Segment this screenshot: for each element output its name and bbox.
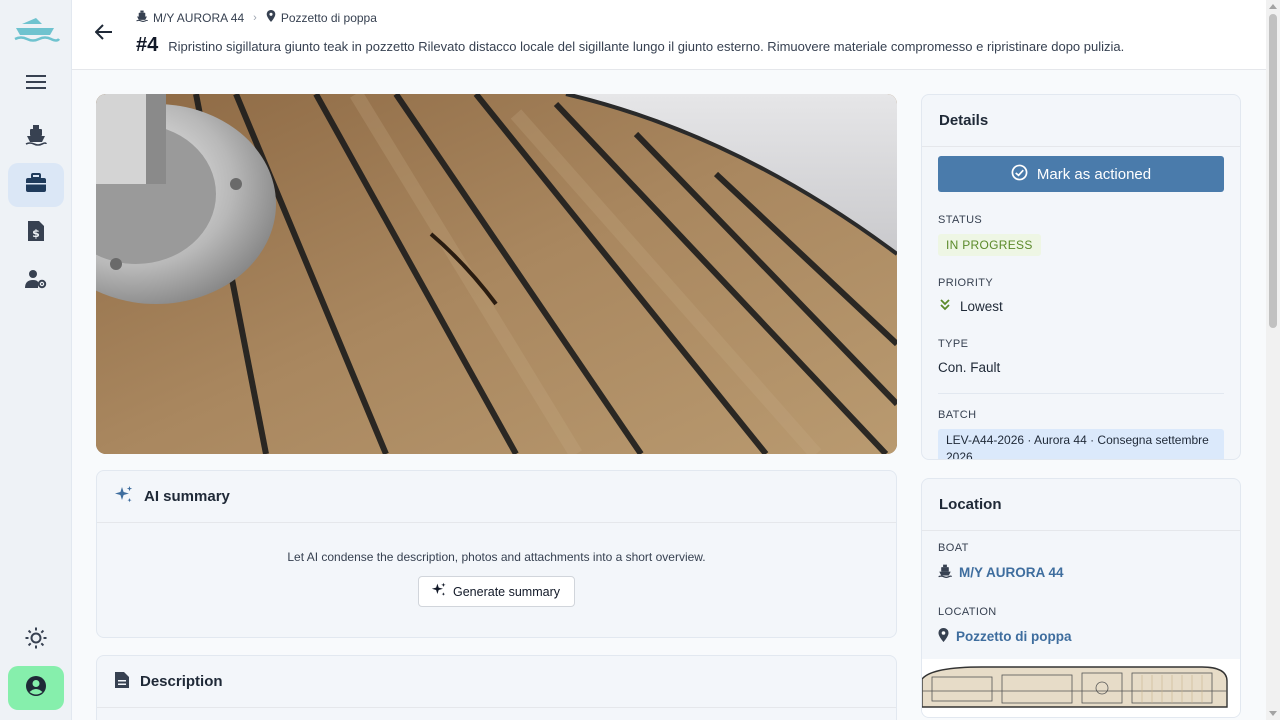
chevron-right-icon: › — [253, 11, 257, 24]
ai-summary-hint: Let AI condense the description, photos … — [287, 550, 706, 564]
location-label: LOCATION — [938, 606, 997, 618]
sidebar-item-jobs[interactable] — [8, 163, 64, 207]
sun-icon — [25, 627, 47, 654]
type-value[interactable]: Con. Fault — [938, 360, 1000, 375]
breadcrumb-location-label: Pozzetto di poppa — [280, 10, 377, 25]
sparkles-icon — [431, 582, 447, 601]
double-chevron-down-icon — [938, 298, 952, 315]
priority-value-label: Lowest — [960, 299, 1003, 314]
details-title: Details — [939, 112, 989, 129]
description-header: Description — [97, 656, 896, 708]
mark-as-actioned-button[interactable]: Mark as actioned — [938, 156, 1224, 192]
user-settings-icon — [25, 269, 47, 294]
arrow-left-icon — [94, 23, 113, 45]
sidebar-item-invoices[interactable]: $ — [8, 211, 64, 255]
location-header: Location — [922, 479, 1240, 531]
ai-summary-card: AI summary Let AI condense the descripti… — [96, 470, 897, 638]
issue-title: Ripristino sigillatura giunto teak in po… — [168, 39, 1125, 54]
location-card: Location BOAT M/Y AURORA 44 LOCATION Poz… — [921, 478, 1241, 718]
menu-icon — [26, 74, 46, 95]
mark-as-actioned-label: Mark as actioned — [1036, 165, 1152, 183]
description-title: Description — [140, 673, 223, 690]
batch-label: BATCH — [938, 409, 977, 421]
priority-value[interactable]: Lowest — [938, 298, 1003, 315]
scroll-down-icon[interactable] — [1269, 711, 1277, 716]
sidebar-item-user-settings[interactable] — [8, 259, 64, 303]
check-circle-icon — [1011, 164, 1028, 185]
priority-label: PRIORITY — [938, 277, 994, 289]
ship-icon — [25, 124, 47, 151]
type-label: TYPE — [938, 338, 969, 350]
back-button[interactable] — [92, 22, 116, 46]
location-link[interactable]: Pozzetto di poppa — [938, 628, 1072, 645]
ship-icon — [136, 10, 148, 25]
sparkles-icon — [114, 485, 134, 509]
boat-link[interactable]: M/Y AURORA 44 — [938, 564, 1064, 581]
breadcrumb-boat[interactable]: M/Y AURORA 44 — [136, 10, 244, 25]
briefcase-icon — [25, 172, 47, 198]
boat-label: BOAT — [938, 542, 969, 554]
description-card: Description — [96, 655, 897, 720]
page-title: #4 Ripristino sigillatura giunto teak in… — [136, 34, 1124, 57]
details-header: Details — [922, 95, 1240, 147]
scrollbar-thumb[interactable] — [1269, 14, 1277, 328]
sidebar: $ — [0, 0, 72, 720]
document-icon — [114, 671, 130, 693]
sidebar-item-boats[interactable] — [8, 115, 64, 159]
batch-chip[interactable]: LEV-A44-2026 · Aurora 44 · Consegna sett… — [938, 429, 1224, 459]
svg-text:$: $ — [32, 227, 40, 240]
status-label: STATUS — [938, 214, 983, 226]
location-link-label: Pozzetto di poppa — [956, 629, 1072, 644]
page-header: M/Y AURORA 44 › Pozzetto di poppa #4 Rip… — [72, 0, 1266, 70]
deck-plan-image[interactable] — [922, 659, 1240, 717]
status-badge[interactable]: IN PROGRESS — [938, 234, 1041, 256]
ai-summary-header: AI summary — [97, 471, 896, 523]
ship-icon — [938, 564, 952, 581]
generate-summary-button[interactable]: Generate summary — [418, 576, 575, 607]
location-title: Location — [939, 496, 1002, 513]
issue-photo[interactable] — [96, 94, 897, 454]
issue-number: #4 — [136, 34, 159, 56]
boat-link-label: M/Y AURORA 44 — [959, 565, 1064, 580]
invoice-icon: $ — [27, 220, 45, 247]
account-icon — [25, 675, 47, 702]
menu-button[interactable] — [8, 62, 64, 106]
page-scrollbar[interactable] — [1266, 0, 1280, 720]
ai-summary-title: AI summary — [144, 488, 230, 505]
breadcrumb: M/Y AURORA 44 › Pozzetto di poppa — [136, 10, 377, 25]
breadcrumb-boat-label: M/Y AURORA 44 — [153, 10, 245, 25]
account-button[interactable] — [8, 666, 64, 710]
breadcrumb-location[interactable]: Pozzetto di poppa — [266, 10, 377, 25]
map-pin-icon — [266, 10, 276, 25]
generate-summary-label: Generate summary — [453, 584, 560, 599]
yacht-logo-icon[interactable] — [12, 14, 61, 46]
theme-toggle-button[interactable] — [8, 618, 64, 662]
map-pin-icon — [938, 628, 949, 645]
details-card: Details Mark as actioned STATUS IN PROGR… — [921, 94, 1241, 460]
divider — [938, 393, 1224, 394]
scroll-up-icon[interactable] — [1269, 4, 1277, 9]
